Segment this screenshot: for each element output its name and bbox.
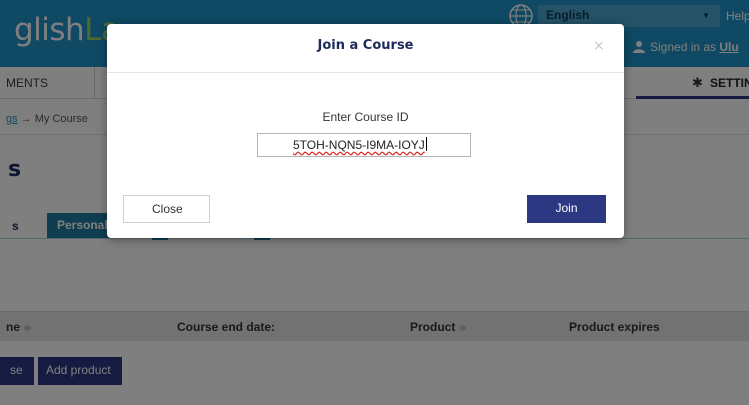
course-id-value: 5TOH-NQN5-I9MA-IOYJ	[293, 138, 425, 152]
text-cursor	[425, 137, 427, 151]
join-course-dialog: Join a Course × Enter Course ID 5TOH-NQN…	[107, 24, 624, 238]
close-icon[interactable]: ×	[593, 38, 605, 54]
dialog-header-divider	[107, 72, 624, 73]
join-button[interactable]: Join	[527, 195, 606, 223]
course-id-input[interactable]: 5TOH-NQN5-I9MA-IOYJ	[257, 133, 471, 157]
dialog-title: Join a Course	[317, 38, 414, 53]
close-button[interactable]: Close	[123, 195, 210, 223]
course-id-label: Enter Course ID	[322, 110, 409, 124]
